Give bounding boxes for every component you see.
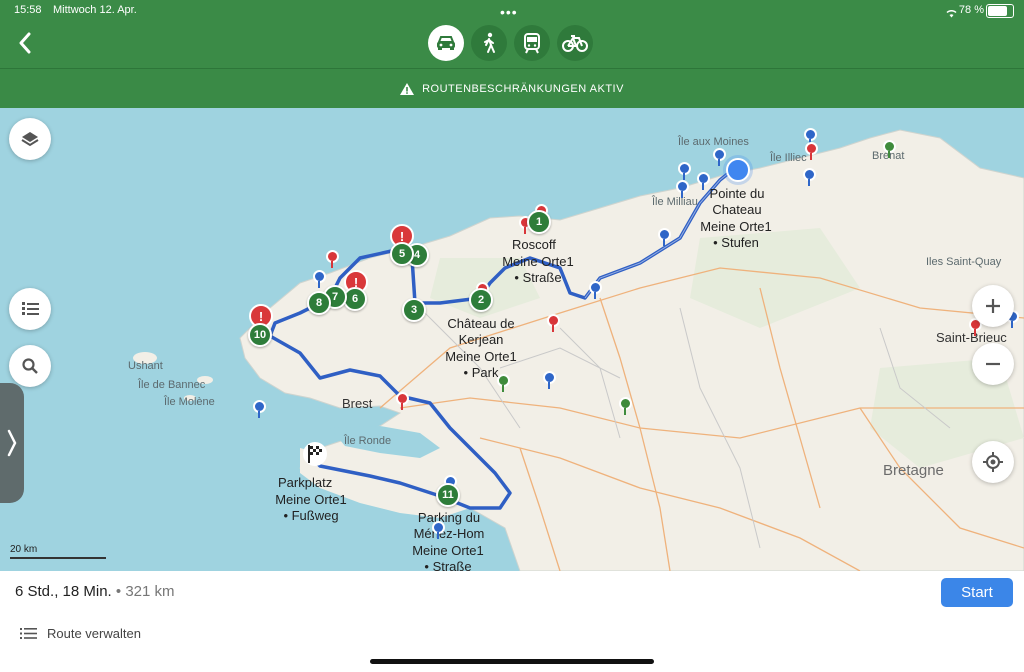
mode-transit-button[interactable] [514,25,550,61]
locate-me-button[interactable] [972,441,1014,483]
route-stop-2[interactable]: 2 [469,288,493,312]
status-time: 15:58 [14,4,42,16]
poi-pin[interactable] [803,168,816,186]
label-bretagne: Bretagne [883,462,944,479]
car-icon [437,36,455,50]
label-parkplatz: Parkplatz [278,475,333,490]
route-duration: 6 Std., 18 Min. [15,583,112,600]
plus-icon [986,299,1000,313]
label-parking-meine-orte: Meine Orte1 • Straße [412,543,484,571]
label-ile-bannec: Île de Bannec [138,379,206,391]
top-bar: 15:58 Mittwoch 12. Apr. ••• 78 % ROUTENB… [0,0,1024,109]
side-panel-toggle[interactable] [0,383,24,503]
label-ile-aux-moines: Île aux Moines [678,136,749,148]
mode-walk-button[interactable] [471,25,507,61]
poi-pin[interactable] [253,400,266,418]
route-stop-5[interactable]: 5 [390,242,414,266]
poi-pin[interactable] [497,374,510,392]
poi-pin[interactable] [804,128,817,146]
bicycle-icon [562,35,588,52]
poi-pin[interactable] [619,397,632,415]
transit-icon [524,33,540,54]
route-distance: 321 km [125,583,175,600]
transport-mode-selector [428,25,593,61]
label-pointe-meine-orte: Meine Orte1 • Stufen [700,219,772,250]
crosshair-icon [983,452,1003,472]
poi-pin[interactable] [883,140,896,158]
label-brest: Brest [342,396,373,411]
route-stop-1[interactable]: 1 [527,210,551,234]
route-restrictions-banner[interactable]: ROUTENBESCHRÄNKUNGEN AKTIV [0,68,1024,109]
poi-pin[interactable] [396,392,409,410]
mode-bike-button[interactable] [557,25,593,61]
poi-pin[interactable] [547,314,560,332]
current-location-dot [726,158,750,182]
chevron-left-icon [19,32,31,54]
wifi-icon [945,5,958,23]
back-button[interactable] [12,30,38,56]
home-indicator[interactable] [370,659,654,664]
manage-route-label: Route verwalten [47,626,141,641]
zoom-in-button[interactable] [972,285,1014,327]
route-list-button[interactable] [9,288,51,330]
poi-pin[interactable] [326,250,339,268]
label-ile-molene: Île Molène [164,396,215,408]
route-stop-11[interactable]: 11 [436,483,460,507]
multitask-dots[interactable]: ••• [500,4,518,20]
poi-pin[interactable] [543,371,556,389]
map-view[interactable]: Île aux Moines Île Illiec Île Milliau Br… [0,108,1024,571]
poi-pin[interactable] [432,521,445,539]
poi-pin[interactable] [589,281,602,299]
label-ushant: Ushant [128,360,163,372]
route-summary: 6 Std., 18 Min. • 321 km [15,583,175,600]
poi-pin[interactable] [658,228,671,246]
zoom-out-button[interactable] [972,343,1014,385]
poi-pin[interactable] [676,180,689,198]
label-ile-illiec: Île Illiec [770,152,807,164]
mode-car-button[interactable] [428,25,464,61]
layers-button[interactable] [9,118,51,160]
label-roscoff: Roscoff [512,237,556,252]
battery-icon [986,4,1014,18]
manage-route-button[interactable]: Route verwalten [20,626,141,641]
label-chateau-meine-orte: Meine Orte1 • Park [445,349,517,380]
label-parkplatz-meine-orte: Meine Orte1 • Fußweg [275,492,347,523]
label-pointe-du-chateau: Pointe du Chateau [709,186,765,217]
list-numbered-icon [22,302,39,315]
poi-pin[interactable] [313,270,326,288]
map-scale: 20 km [10,544,106,559]
label-parking-menez-hom: Parking du Ménez-Hom [413,510,485,541]
poi-pin[interactable] [805,142,818,160]
status-date: Mittwoch 12. Apr. [53,4,137,16]
finish-flag-icon[interactable] [302,441,328,472]
route-summary-panel: 6 Std., 18 Min. • 321 km Start Route ver… [0,571,1024,672]
label-ile-milliau: Île Milliau [652,196,698,208]
layers-icon [21,132,39,147]
route-restrictions-text: ROUTENBESCHRÄNKUNGEN AKTIV [422,83,624,95]
poi-pin[interactable] [678,162,691,180]
route-stop-10[interactable]: 10 [248,323,272,347]
chevron-right-icon [7,429,17,457]
walking-icon [484,32,495,53]
label-roscoff-meine-orte: Meine Orte1 • Straße [502,254,574,285]
warning-icon [400,83,415,95]
poi-pin[interactable] [697,172,710,190]
label-ile-ronde: Île Ronde [344,435,392,447]
route-stop-8[interactable]: 8 [307,291,331,315]
route-stop-3[interactable]: 3 [402,298,426,322]
search-button[interactable] [9,345,51,387]
poi-pin[interactable] [713,148,726,166]
search-icon [22,358,38,374]
battery-percent: 78 % [958,4,984,16]
label-iles-saint-quay: Iles Saint-Quay [926,256,1002,268]
list-icon [20,628,37,639]
summary-separator: • [115,583,122,600]
start-button[interactable]: Start [941,578,1013,607]
minus-icon [986,362,1000,366]
label-chateau-de-kerjean: Château de Kerjean [447,316,515,347]
